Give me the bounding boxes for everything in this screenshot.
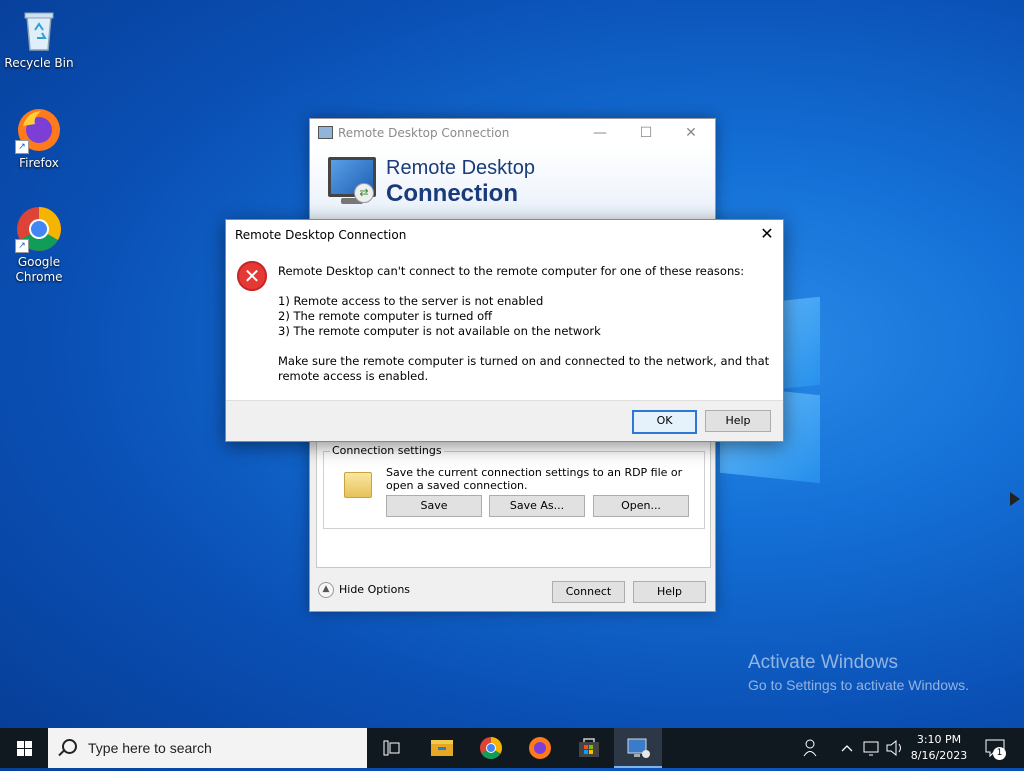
firefox-icon (529, 737, 551, 759)
remote-desktop-taskbar-button[interactable] (614, 728, 662, 768)
notification-badge: 1 (993, 747, 1006, 760)
store-icon (579, 738, 599, 757)
windows-logo-icon (17, 741, 24, 748)
chrome-icon: ↗ (15, 205, 63, 253)
connection-settings-legend: Connection settings (330, 444, 444, 457)
activate-windows-title: Activate Windows (748, 652, 898, 673)
rdc-banner: ⇄ Remote Desktop Connection (310, 147, 715, 217)
desktop-icon-recycle-bin[interactable]: Recycle Bin (1, 6, 77, 71)
network-button[interactable] (860, 728, 882, 768)
hide-options-toggle[interactable]: ▲ Hide Options (318, 582, 410, 598)
chrome-icon (480, 737, 502, 759)
folder-icon (344, 472, 372, 498)
help-button[interactable]: Help (633, 581, 706, 603)
hide-options-label: Hide Options (339, 583, 411, 596)
chrome-taskbar-button[interactable] (467, 728, 515, 768)
error-message: Remote Desktop can't connect to the remo… (278, 264, 773, 384)
save-button[interactable]: Save (386, 495, 482, 517)
file-explorer-icon (431, 740, 453, 756)
shortcut-arrow-icon: ↗ (15, 140, 29, 154)
desktop-icon-label: Firefox (19, 156, 59, 170)
firefox-taskbar-button[interactable] (516, 728, 564, 768)
banner-title-line1: Remote Desktop (386, 157, 535, 179)
show-hidden-icons-button[interactable] (838, 728, 856, 768)
start-button[interactable] (0, 728, 48, 768)
taskbar: Type here to search 3:10 PM 8/16/2023 1 (0, 728, 1024, 768)
connection-settings-group: Connection settings Save the current con… (323, 444, 705, 529)
close-icon[interactable]: ✕ (751, 220, 783, 248)
connection-arrows-icon: ⇄ (354, 183, 374, 203)
connection-settings-description: Save the current connection settings to … (386, 466, 683, 492)
clock-time: 3:10 PM (916, 733, 962, 746)
taskbar-clock[interactable]: 3:10 PM 8/16/2023 (900, 732, 978, 764)
error-intro: Remote Desktop can't connect to the remo… (278, 264, 745, 278)
ok-button[interactable]: OK (632, 410, 697, 434)
remote-desktop-icon (627, 738, 650, 758)
minimize-icon[interactable]: — (577, 119, 623, 147)
taskbar-search-box[interactable]: Type here to search (48, 728, 367, 768)
network-icon (863, 741, 879, 756)
clock-date: 8/16/2023 (910, 749, 968, 762)
task-view-icon (383, 740, 400, 756)
error-reason: 3) The remote computer is not available … (278, 324, 601, 338)
rdc-app-icon (318, 126, 333, 139)
desktop-icon-firefox[interactable]: ↗ Firefox (1, 106, 77, 171)
rdc-window-title: Remote Desktop Connection (338, 126, 510, 140)
store-taskbar-button[interactable] (565, 728, 613, 768)
banner-title-line2: Connection (386, 180, 518, 207)
task-view-button[interactable] (368, 728, 416, 768)
close-icon[interactable]: ✕ (668, 119, 714, 147)
recycle-bin-icon (15, 6, 63, 54)
connect-button[interactable]: Connect (552, 581, 625, 603)
chevron-up-icon (841, 745, 853, 752)
error-reason: 2) The remote computer is turned off (278, 309, 493, 323)
people-button[interactable] (800, 728, 822, 768)
save-as-button[interactable]: Save As... (489, 495, 585, 517)
maximize-icon: ☐ (639, 125, 653, 141)
people-icon (803, 739, 817, 757)
desktop-icon-label: Google Chrome (15, 255, 63, 284)
rdc-titlebar[interactable]: Remote Desktop Connection — ☐ ✕ (310, 119, 715, 147)
open-button[interactable]: Open... (593, 495, 689, 517)
action-center-button[interactable]: 1 (980, 728, 1016, 768)
firefox-icon: ↗ (15, 106, 63, 154)
help-button[interactable]: Help (705, 410, 771, 432)
shortcut-arrow-icon: ↗ (15, 239, 29, 253)
error-icon: ✕ (237, 261, 267, 291)
mouse-cursor-icon (1010, 492, 1020, 506)
desktop-icon-label: Recycle Bin (4, 56, 74, 70)
options-panel: Connection settings Save the current con… (316, 439, 711, 568)
search-placeholder: Type here to search (88, 740, 212, 756)
error-advice: Make sure the remote computer is turned … (278, 354, 770, 383)
activate-windows-watermark: Activate Windows Go to Settings to activ… (748, 652, 969, 693)
activate-windows-subtitle: Go to Settings to activate Windows. (748, 677, 969, 693)
error-dialog: Remote Desktop Connection ✕ ✕ Remote Des… (225, 219, 784, 442)
error-dialog-footer: OK Help (226, 400, 783, 441)
error-dialog-title: Remote Desktop Connection (235, 228, 407, 242)
search-icon (62, 739, 77, 754)
error-reason: 1) Remote access to the server is not en… (278, 294, 544, 308)
file-explorer-button[interactable] (418, 728, 466, 768)
desktop-icon-chrome[interactable]: ↗ Google Chrome (1, 205, 77, 285)
chevron-up-icon: ▲ (318, 582, 334, 598)
